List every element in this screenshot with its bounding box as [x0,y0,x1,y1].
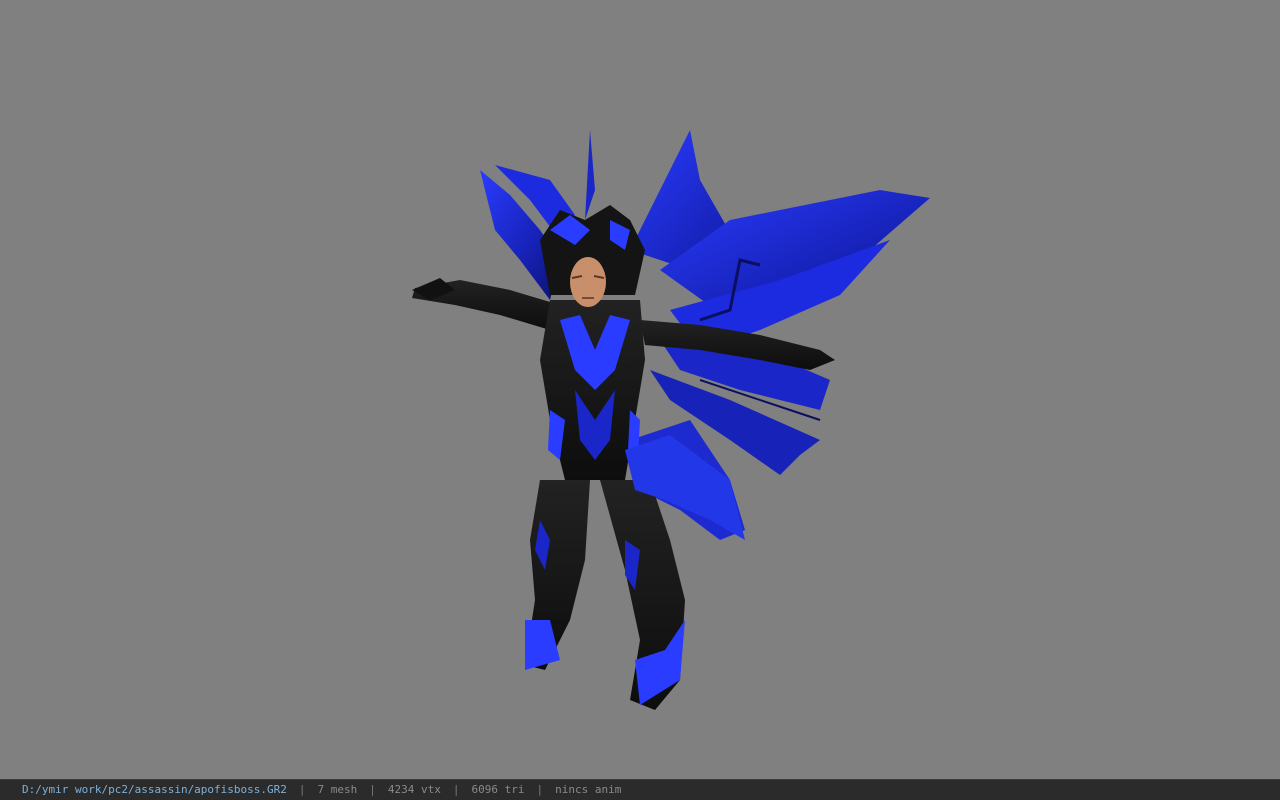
separator: | [452,783,460,796]
file-path: D:/ymir work/pc2/assassin/apofisboss.GR2 [22,783,287,796]
legs [525,480,685,710]
separator: | [298,783,306,796]
separator: | [369,783,376,796]
mesh-count: 7 mesh [317,783,358,796]
3d-viewport[interactable] [0,0,1280,779]
head [570,257,606,307]
status-bar: D:/ymir work/pc2/assassin/apofisboss.GR2… [0,779,1280,800]
triangle-count: 6096 tri [471,783,525,796]
character-model[interactable] [400,120,940,720]
separator: | [536,783,544,796]
vertex-count: 4234 vtx [387,783,441,796]
animation-status: nincs anim [555,783,622,796]
